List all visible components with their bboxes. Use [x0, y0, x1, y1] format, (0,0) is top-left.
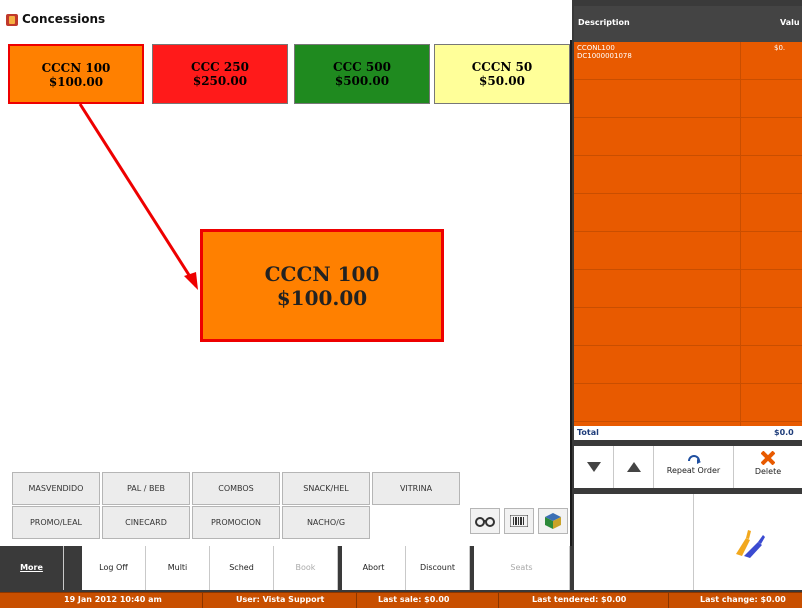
category-combos[interactable]: COMBOS: [192, 472, 280, 505]
nav-abort-button[interactable]: Abort: [342, 546, 406, 590]
item-price: $100.00: [48, 75, 104, 89]
item-name: CCC 250: [191, 60, 249, 74]
order-row-value: $0.: [774, 44, 786, 52]
order-row[interactable]: CCONL100 DC1000001078 $0.: [574, 42, 802, 80]
item-button-cccn-100[interactable]: CCCN 100 $100.00: [8, 44, 144, 104]
order-row-empty: [574, 270, 802, 308]
item-name: CCCN 100: [41, 61, 111, 75]
total-value: $0.0: [774, 428, 794, 437]
order-row-empty: [574, 232, 802, 270]
order-row-code: CCONL100: [577, 44, 615, 52]
order-row-empty: [574, 346, 802, 384]
status-user: User: Vista Support: [236, 595, 325, 604]
scroll-down-button[interactable]: [574, 446, 614, 488]
scroll-up-button[interactable]: [614, 446, 654, 488]
order-row-description: CCONL100 DC1000001078: [577, 44, 632, 60]
item-price: $500.00: [334, 74, 390, 88]
category-promo-leal[interactable]: PROMO/LEAL: [12, 506, 100, 539]
chevron-down-icon: [586, 462, 601, 472]
repeat-order-button[interactable]: Repeat Order: [654, 446, 734, 488]
zoomed-item-callout: CCCN 100 $100.00: [200, 229, 444, 342]
item-button-ccc-250[interactable]: CCC 250 $250.00: [152, 44, 288, 104]
page-title: Concessions: [22, 12, 106, 26]
repeat-icon: [687, 455, 701, 464]
nav-seats-button[interactable]: Seats: [474, 546, 570, 590]
item-price: $250.00: [192, 74, 248, 88]
item-button-cccn-50[interactable]: CCCN 50 $50.00: [434, 44, 570, 104]
bottom-nav: More Log Off Multi Sched Book Abort Disc…: [0, 546, 572, 590]
item-name: CCCN 50: [471, 60, 533, 74]
header-value: Valu: [780, 18, 800, 27]
barcode-icon[interactable]: [504, 508, 534, 534]
info-area: [574, 494, 802, 590]
status-divider: [202, 593, 203, 608]
popcorn-logo-icon: [6, 14, 18, 26]
order-actions: Repeat Order Delete: [574, 446, 802, 488]
delete-x-icon: [760, 450, 776, 466]
concessions-panel: Concessions CCCN 100 $100.00 CCC 250 $25…: [0, 0, 572, 590]
nav-book-button[interactable]: Book: [274, 546, 338, 590]
total-row: Total $0.0: [574, 426, 802, 440]
chevron-up-icon: [626, 462, 641, 472]
order-row-empty: [574, 308, 802, 346]
nav-discount-button[interactable]: Discount: [406, 546, 470, 590]
zoom-price: $100.00: [276, 286, 368, 310]
status-last-change: Last change: $0.00: [700, 595, 786, 604]
order-header: Description Valu: [574, 6, 802, 42]
status-divider: [498, 593, 499, 608]
title-bar: Concessions: [0, 0, 572, 40]
repeat-order-label: Repeat Order: [666, 466, 721, 475]
order-row-empty: [574, 194, 802, 232]
category-masvendido[interactable]: MASVENDIDO: [12, 472, 100, 505]
category-snack-hel[interactable]: SNACK/HEL: [282, 472, 370, 505]
nav-sched-button[interactable]: Sched: [210, 546, 274, 590]
nav-log-off-button[interactable]: Log Off: [82, 546, 146, 590]
info-divider: [693, 494, 694, 590]
status-bar: 19 Jan 2012 10:40 am User: Vista Support…: [0, 592, 802, 608]
item-name: CCC 500: [333, 60, 391, 74]
nav-more-button[interactable]: More: [0, 546, 64, 590]
status-datetime: 19 Jan 2012 10:40 am: [64, 595, 162, 604]
order-row-empty: [574, 156, 802, 194]
concessions-app: Concessions CCCN 100 $100.00 CCC 250 $25…: [0, 0, 802, 608]
status-divider: [668, 593, 669, 608]
order-row-empty: [574, 118, 802, 156]
hands-icon[interactable]: [732, 528, 766, 558]
category-nacho-g[interactable]: NACHO/G: [282, 506, 370, 539]
status-divider: [356, 593, 357, 608]
status-last-tendered: Last tendered: $0.00: [532, 595, 627, 604]
nav-multi-button[interactable]: Multi: [146, 546, 210, 590]
order-panel: Description Valu CCONL100 DC1000001078 $…: [574, 0, 802, 590]
category-cinecard[interactable]: CINECARD: [102, 506, 190, 539]
cube-icon[interactable]: [538, 508, 568, 534]
status-last-sale: Last sale: $0.00: [378, 595, 450, 604]
delete-label: Delete: [754, 467, 782, 476]
total-label: Total: [577, 428, 599, 437]
order-row-empty: [574, 80, 802, 118]
item-button-ccc-500[interactable]: CCC 500 $500.00: [294, 44, 430, 104]
order-row-id: DC1000001078: [577, 52, 632, 60]
order-row-empty: [574, 384, 802, 422]
binoculars-icon[interactable]: [470, 508, 500, 534]
header-description: Description: [578, 18, 630, 27]
order-list: CCONL100 DC1000001078 $0.: [574, 42, 802, 426]
category-promocion[interactable]: PROMOCION: [192, 506, 280, 539]
item-price: $50.00: [479, 74, 525, 88]
category-vitrina[interactable]: VITRINA: [372, 472, 460, 505]
delete-button[interactable]: Delete: [734, 446, 802, 488]
zoom-name: CCCN 100: [264, 262, 380, 286]
category-pal-beb[interactable]: PAL / BEB: [102, 472, 190, 505]
